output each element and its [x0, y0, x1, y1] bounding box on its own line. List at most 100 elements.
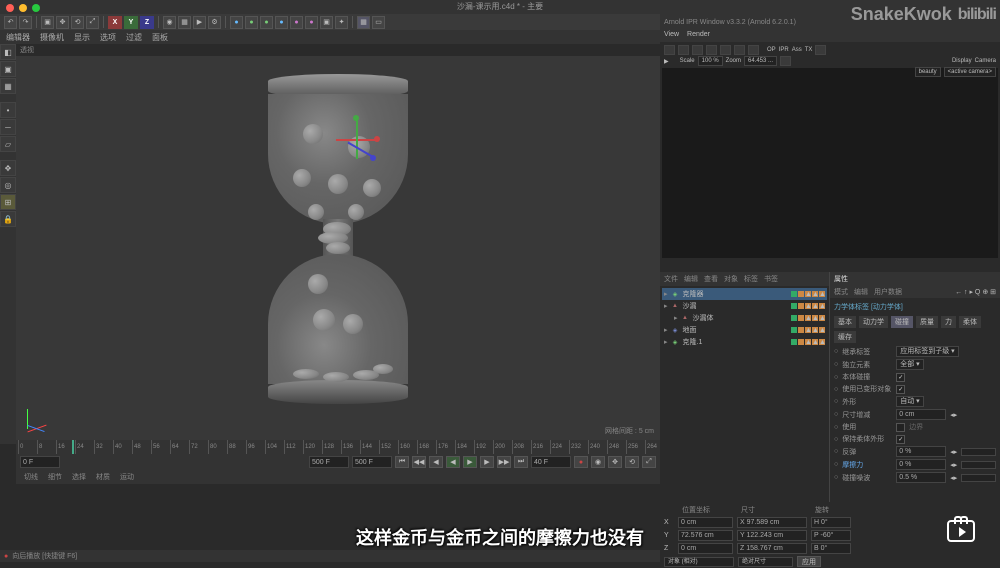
rv-btn-6[interactable] [734, 45, 745, 55]
axis-toggle[interactable]: ✥ [0, 160, 16, 176]
minimize-window[interactable] [19, 4, 27, 12]
rot-input[interactable] [811, 543, 851, 554]
record-btn[interactable]: ● [574, 456, 588, 468]
attr-tab[interactable]: 缓存 [834, 331, 856, 343]
size-input[interactable] [737, 517, 807, 528]
z-axis-toggle[interactable]: Z [140, 16, 154, 29]
pos-input[interactable] [678, 517, 733, 528]
timeline-tick[interactable]: 184 [455, 440, 474, 454]
prev-key[interactable]: ◀◀ [412, 456, 426, 468]
slider[interactable] [961, 448, 996, 456]
start-frame-input[interactable] [20, 456, 60, 468]
hierarchy-item[interactable]: ▸◈克隆器▲▲▲ [662, 288, 827, 300]
render-btn[interactable]: ▶ [193, 16, 206, 29]
timeline-tick[interactable]: 176 [436, 440, 455, 454]
prim-4[interactable]: ● [275, 16, 288, 29]
attr-panel-tab[interactable]: 属性 [834, 274, 848, 284]
h-tab-0[interactable]: 文件 [664, 274, 678, 284]
end-frame-input[interactable] [309, 456, 349, 468]
video-player-icon[interactable] [947, 520, 975, 542]
timeline-tick[interactable]: 248 [607, 440, 626, 454]
x-axis-toggle[interactable]: X [108, 16, 122, 29]
timeline-tick[interactable]: 0 [18, 440, 37, 454]
goto-start[interactable]: ⏮ [395, 456, 409, 468]
timeline-tick[interactable]: 80 [208, 440, 227, 454]
timeline-tick[interactable]: 152 [379, 440, 398, 454]
h-tab-3[interactable]: 对象 [724, 274, 738, 284]
a-ptab-1[interactable]: 编辑 [854, 287, 868, 297]
poly-mode[interactable]: ▱ [0, 136, 16, 152]
rot-input[interactable] [811, 530, 851, 541]
timeline-tick[interactable]: 40 [113, 440, 132, 454]
texture-mode[interactable]: ▦ [0, 78, 16, 94]
size-input[interactable] [737, 530, 807, 541]
attr-tab[interactable]: 基本 [834, 316, 856, 328]
zoom-dropdown[interactable]: 64.453 ... [744, 56, 777, 66]
tl-tab-2[interactable]: 选择 [68, 472, 90, 482]
key-rot[interactable]: ⟲ [625, 456, 639, 468]
key-scale[interactable]: ⤢ [642, 456, 656, 468]
checkbox[interactable] [896, 435, 905, 444]
timeline-tick[interactable]: 240 [588, 440, 607, 454]
main-viewport[interactable]: 透视 网格间距 : 5 cm [16, 44, 660, 440]
close-window[interactable] [6, 4, 14, 12]
snap-btn[interactable]: ▦ [357, 16, 370, 29]
tl-tab-4[interactable]: 运动 [116, 472, 138, 482]
timeline-tick[interactable]: 88 [227, 440, 246, 454]
rv-zoom-btn[interactable] [780, 56, 791, 66]
rv-op[interactable]: OP [767, 47, 776, 53]
snap-toggle[interactable]: ◎ [0, 177, 16, 193]
timeline-tick[interactable]: 96 [246, 440, 265, 454]
timeline-tick[interactable]: 160 [398, 440, 417, 454]
prim-6[interactable]: ● [305, 16, 318, 29]
menu-display[interactable]: 显示 [74, 32, 90, 43]
next-frame[interactable]: ▶ [480, 456, 494, 468]
current-frame-input[interactable] [531, 456, 571, 468]
scale-tool[interactable]: ⤢ [86, 16, 99, 29]
timeline-ruler[interactable]: 0816243240485664728088961041121201281361… [16, 440, 660, 454]
rv-btn-5[interactable] [720, 45, 731, 55]
prev-frame[interactable]: ◀ [429, 456, 443, 468]
autokey-btn[interactable]: ◉ [591, 456, 605, 468]
rv-btn-2[interactable] [678, 45, 689, 55]
h-tab-4[interactable]: 标签 [744, 274, 758, 284]
timeline-tick[interactable]: 72 [189, 440, 208, 454]
timeline-tick[interactable]: 208 [512, 440, 531, 454]
playhead[interactable] [72, 440, 74, 454]
model-mode[interactable]: ◧ [0, 44, 16, 60]
tl-tab-3[interactable]: 材质 [92, 472, 114, 482]
timeline-tick[interactable]: 64 [170, 440, 189, 454]
edge-mode[interactable]: ─ [0, 119, 16, 135]
number-input[interactable] [896, 446, 946, 457]
timeline-tick[interactable]: 112 [284, 440, 303, 454]
menu-view[interactable]: 编辑器 [6, 32, 30, 43]
timeline-tick[interactable]: 48 [132, 440, 151, 454]
timeline-tick[interactable]: 104 [265, 440, 284, 454]
hierarchy-item[interactable]: ▸▲沙漏体▲▲▲ [662, 312, 827, 324]
timeline-tick[interactable]: 256 [626, 440, 645, 454]
timeline-tick[interactable]: 168 [417, 440, 436, 454]
dropdown[interactable]: 自动 ▾ [896, 396, 923, 407]
rot-input[interactable] [811, 517, 851, 528]
hierarchy-item[interactable]: ▸◈克隆.1▲▲▲ [662, 336, 827, 348]
hierarchy-item[interactable]: ▸▲沙漏▲▲▲ [662, 300, 827, 312]
display-dropdown[interactable]: beauty [915, 67, 941, 77]
slider[interactable] [961, 474, 996, 482]
y-axis-toggle[interactable]: Y [124, 16, 138, 29]
rotate-tool[interactable]: ⟲ [71, 16, 84, 29]
number-input[interactable] [896, 409, 946, 420]
slider[interactable] [961, 461, 996, 469]
prim-3[interactable]: ● [260, 16, 273, 29]
timeline-tick[interactable]: 232 [569, 440, 588, 454]
prim-5[interactable]: ● [290, 16, 303, 29]
tool-btn-1[interactable]: ◉ [163, 16, 176, 29]
rv-btn-4[interactable] [706, 45, 717, 55]
timeline-tick[interactable]: 8 [37, 440, 56, 454]
attr-tab[interactable]: 力 [941, 316, 956, 328]
hierarchy-item[interactable]: ▸◈地面▲▲▲ [662, 324, 827, 336]
undo-button[interactable]: ↶ [4, 16, 17, 29]
number-input[interactable] [896, 459, 946, 470]
checkbox[interactable] [896, 423, 905, 432]
timeline-tick[interactable]: 120 [303, 440, 322, 454]
pos-input[interactable] [678, 543, 733, 554]
